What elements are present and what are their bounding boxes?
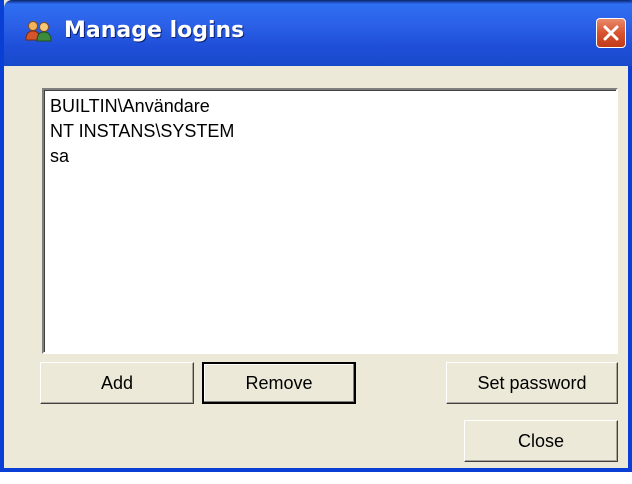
login-item[interactable]: NT INSTANS\SYSTEM <box>50 119 616 144</box>
title-bar[interactable]: Manage logins <box>4 0 632 66</box>
login-item[interactable]: BUILTIN\Användare <box>50 94 616 119</box>
users-icon <box>24 20 54 42</box>
add-button[interactable]: Add <box>40 362 194 404</box>
login-item[interactable]: sa <box>50 144 616 169</box>
logins-list[interactable]: BUILTIN\Användare NT INSTANS\SYSTEM sa <box>42 88 618 354</box>
remove-button[interactable]: Remove <box>202 362 356 404</box>
close-icon <box>603 25 619 41</box>
close-button[interactable]: Close <box>464 420 618 462</box>
set-password-button[interactable]: Set password <box>446 362 618 404</box>
window-title: Manage logins <box>64 18 245 43</box>
manage-logins-dialog: Manage logins BUILTIN\Användare NT INSTA… <box>0 0 632 472</box>
close-window-button[interactable] <box>596 18 626 48</box>
